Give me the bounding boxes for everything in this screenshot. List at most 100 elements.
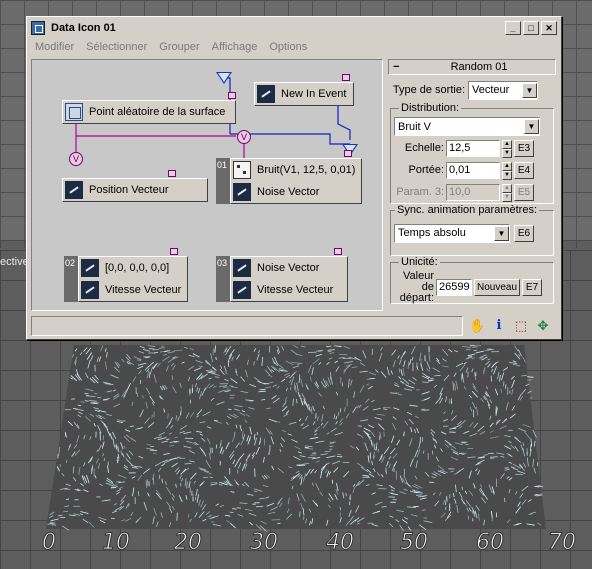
e6-button[interactable]: E6 [514, 224, 534, 242]
rollout-title: Random 01 [450, 61, 508, 73]
echelle-input[interactable]: 12,5 [446, 139, 500, 157]
particle-streak [489, 457, 495, 460]
menu-bar: Modifier Sélectionner Grouper Affichage … [27, 39, 561, 57]
param3-label: Param. 3: [396, 186, 444, 198]
menu-selectionner[interactable]: Sélectionner [80, 39, 153, 57]
status-bar: ✋ i ⬚ ✥ [31, 315, 559, 337]
velocity-icon [81, 281, 99, 299]
node-port[interactable] [344, 150, 352, 157]
node-port[interactable] [170, 248, 178, 255]
node-canvas[interactable]: New In Event Point aléatoire de la surfa… [31, 59, 383, 311]
distribution-group: Distribution: Bruit V ▼ Echelle: 12,5 ▲ ▼… [390, 102, 554, 204]
zoom-region-icon[interactable]: ⬚ [513, 318, 529, 334]
event-arrow-icon[interactable] [216, 72, 232, 84]
node-label: New In Event [281, 88, 347, 100]
node-port[interactable] [334, 248, 342, 255]
echelle-spinner[interactable]: ▲ ▼ [502, 139, 512, 158]
sync-label: Sync. animation paramètres: [395, 204, 540, 216]
portee-input[interactable]: 0,01 [446, 161, 500, 179]
particle-streak [253, 361, 255, 366]
status-field [31, 316, 463, 336]
node-port[interactable] [168, 170, 176, 177]
maximize-button[interactable]: □ [523, 21, 539, 35]
particle-streak [116, 419, 121, 421]
particle-streak [403, 468, 405, 478]
node-port[interactable] [342, 74, 350, 81]
node-surface-point[interactable]: Point aléatoire de la surface [62, 100, 236, 124]
info-icon[interactable]: i [491, 318, 507, 334]
node-zero-vector[interactable]: [0,0, 0,0, 0,0] Vitesse Vecteur [78, 256, 188, 302]
event-icon [257, 85, 275, 103]
particle-streak [229, 511, 234, 513]
valeur-depart-label: Valeur de départ: [394, 271, 436, 304]
menu-grouper[interactable]: Grouper [153, 39, 205, 57]
e4-button[interactable]: E4 [514, 161, 534, 179]
title-bar[interactable]: Data Icon 01 _ □ ✕ [27, 17, 561, 39]
axis-number: 50 [400, 530, 429, 556]
v-connector[interactable]: V [69, 152, 83, 166]
seed-input[interactable]: 26599 [436, 279, 472, 296]
axis-number: 10 [102, 530, 131, 556]
particle-streak [471, 346, 478, 348]
particle-streak [169, 445, 174, 447]
data-icon-window[interactable]: Data Icon 01 _ □ ✕ Modifier Sélectionner… [26, 16, 562, 340]
particle-streak [299, 511, 301, 518]
rollout-header[interactable]: − Random 01 [388, 59, 556, 75]
distribution-label: Distribution: [399, 102, 462, 114]
particle-streak [146, 444, 152, 446]
noise-icon [233, 183, 251, 201]
axis-number: 0 [42, 530, 57, 556]
axis-number: 60 [476, 530, 505, 556]
chevron-down-icon[interactable]: ▼ [494, 225, 509, 241]
unicite-group: Unicité: Valeur de départ: 26599 Nouveau… [390, 256, 554, 304]
menu-affichage[interactable]: Affichage [206, 39, 264, 57]
minimize-button[interactable]: _ [505, 21, 521, 35]
nouveau-button[interactable]: Nouveau [474, 279, 521, 296]
distribution-select[interactable]: Bruit V ▼ [394, 117, 540, 136]
axis-number: 40 [326, 530, 355, 556]
chevron-down-icon[interactable]: ▼ [524, 119, 539, 134]
particle-streak [115, 444, 117, 449]
node-position-vecteur[interactable]: Position Vecteur [62, 178, 208, 202]
close-button[interactable]: ✕ [541, 21, 557, 35]
axis-number: 20 [174, 530, 203, 556]
v-connector[interactable]: V [237, 130, 251, 144]
e5-button[interactable]: E5 [514, 183, 534, 201]
node-noise-vector[interactable]: Noise Vector Vitesse Vecteur [230, 256, 348, 302]
node-label: Noise Vector [257, 262, 320, 274]
particle-streak [383, 431, 385, 437]
particle-streak [152, 477, 155, 485]
type-sortie-select[interactable]: Vecteur ▼ [468, 80, 538, 100]
particle-streak [422, 381, 429, 383]
menu-modifier[interactable]: Modifier [29, 39, 80, 57]
portee-spinner[interactable]: ▲ ▼ [502, 161, 512, 180]
node-port[interactable] [228, 92, 236, 99]
param3-input[interactable]: 10,0 [446, 183, 500, 201]
sync-group: Sync. animation paramètres: Temps absolu… [390, 204, 554, 256]
surface-icon [65, 103, 83, 121]
node-label: Position Vecteur [89, 184, 169, 196]
move-icon[interactable]: ✥ [535, 318, 551, 334]
hand-pan-icon[interactable]: ✋ [469, 318, 485, 334]
menu-options[interactable]: Options [263, 39, 313, 57]
vector-icon [81, 259, 99, 277]
echelle-label: Echelle: [404, 142, 444, 154]
sync-select[interactable]: Temps absolu ▼ [394, 223, 510, 243]
particle-streak [376, 510, 380, 513]
valeur-label-line: Valeur de [403, 270, 434, 293]
velocity-icon [233, 281, 251, 299]
collapse-icon[interactable]: − [393, 61, 407, 73]
window-title: Data Icon 01 [51, 22, 116, 34]
viewport-label[interactable]: ective [0, 256, 29, 268]
e3-button[interactable]: E3 [514, 139, 534, 157]
param3-spinner[interactable]: ▲ ▼ [502, 183, 512, 202]
particle-streak [77, 404, 82, 407]
node-new-in-event[interactable]: New In Event [254, 82, 354, 106]
select-value: Temps absolu [398, 227, 466, 239]
noise-icon [233, 259, 251, 277]
node-bruit[interactable]: Bruit(V1, 12,5, 0,01) Noise Vector [230, 158, 362, 204]
chevron-down-icon[interactable]: ▼ [522, 82, 537, 98]
e7-button[interactable]: E7 [522, 279, 543, 296]
type-sortie-label: Type de sortie: [392, 84, 465, 96]
particle-streak [111, 486, 118, 488]
